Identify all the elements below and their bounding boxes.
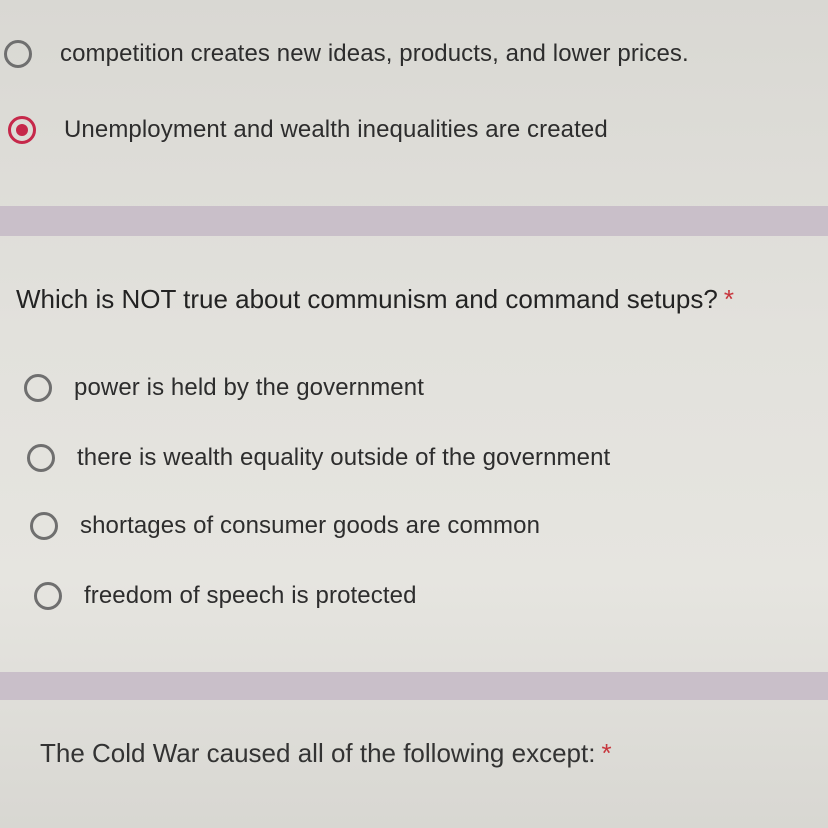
option-label: competition creates new ideas, products,…: [60, 40, 689, 67]
radio-button[interactable]: [34, 582, 62, 610]
radio-option-wealth-equality[interactable]: there is wealth equality outside of the …: [27, 444, 610, 472]
radio-button[interactable]: [30, 512, 58, 540]
question-card: Which is NOT true about communism and co…: [0, 236, 828, 672]
question-title: Which is NOT true about communism and co…: [16, 284, 734, 315]
radio-button[interactable]: [4, 40, 32, 68]
next-question-card: The Cold War caused all of the following…: [0, 700, 828, 828]
question-title-text: The Cold War caused all of the following…: [40, 738, 596, 768]
radio-option-shortages[interactable]: shortages of consumer goods are common: [30, 512, 540, 540]
section-divider: [0, 206, 828, 236]
required-asterisk: *: [601, 738, 612, 768]
radio-option-unemployment[interactable]: Unemployment and wealth inequalities are…: [8, 116, 608, 144]
section-divider: [0, 672, 828, 700]
radio-option-competition[interactable]: competition creates new ideas, products,…: [4, 40, 689, 68]
form-page: competition creates new ideas, products,…: [0, 0, 828, 828]
option-label: Unemployment and wealth inequalities are…: [64, 116, 608, 143]
required-asterisk: *: [723, 284, 734, 314]
radio-button[interactable]: [24, 374, 52, 402]
option-label: there is wealth equality outside of the …: [77, 444, 611, 471]
option-label: power is held by the government: [74, 374, 424, 401]
radio-option-freedom-of-speech[interactable]: freedom of speech is protected: [34, 582, 417, 610]
previous-question-card: competition creates new ideas, products,…: [0, 0, 828, 206]
radio-option-power[interactable]: power is held by the government: [24, 374, 424, 402]
option-label: shortages of consumer goods are common: [80, 512, 541, 539]
question-title: The Cold War caused all of the following…: [40, 738, 612, 769]
radio-button[interactable]: [27, 444, 55, 472]
question-title-text: Which is NOT true about communism and co…: [16, 284, 718, 314]
option-label: freedom of speech is protected: [84, 582, 417, 609]
radio-button-selected[interactable]: [8, 116, 36, 144]
